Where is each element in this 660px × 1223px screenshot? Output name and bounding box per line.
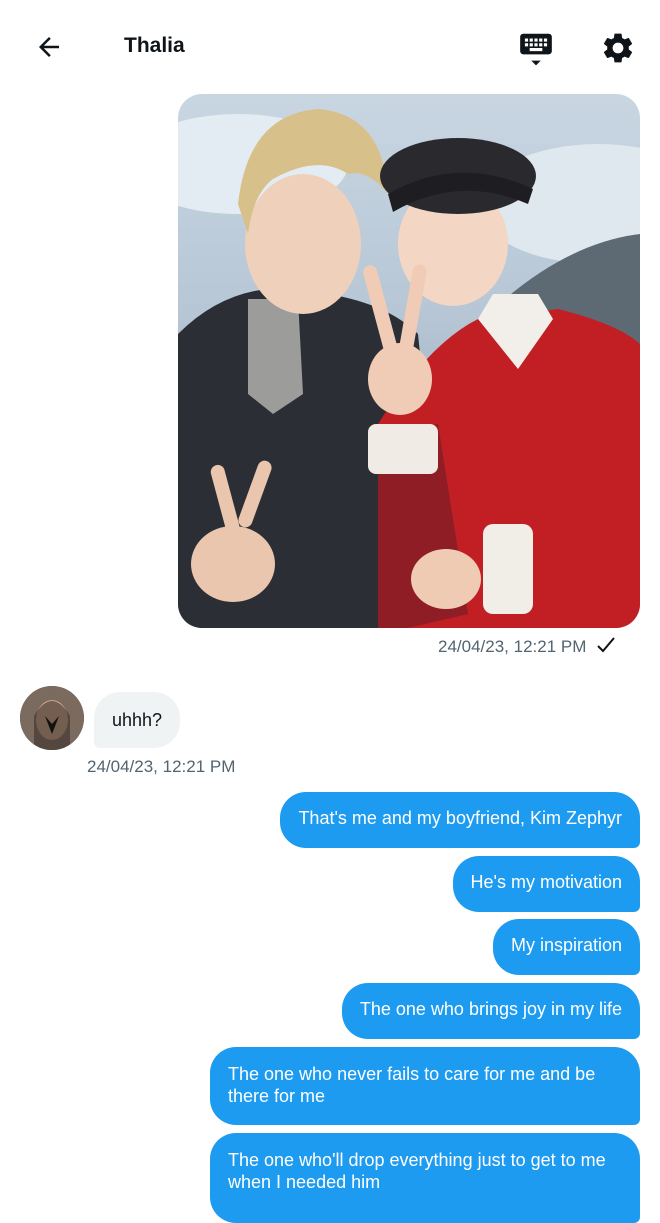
sent-message[interactable]: He's my motivation — [452, 856, 640, 912]
chat-header: Thalia — [0, 0, 660, 92]
sent-message-text: He's my motivation — [470, 872, 622, 892]
sent-message[interactable]: The one who'll drop everything just to g… — [210, 1133, 640, 1223]
sent-message[interactable]: That's me and my boyfriend, Kim Zephyr — [280, 792, 640, 848]
received-timestamp: 24/04/23, 12:21 PM — [87, 757, 236, 776]
back-button[interactable] — [28, 26, 70, 68]
received-message-text: uhhh? — [112, 709, 163, 730]
photo-message[interactable] — [178, 94, 640, 628]
sent-message-text: That's me and my boyfriend, Kim Zephyr — [298, 808, 622, 828]
conversation-title: Thalia — [124, 34, 185, 57]
sent-message[interactable]: My inspiration — [492, 919, 640, 975]
arrow-left-icon — [39, 37, 59, 57]
photo-timestamp-text: 24/04/23, 12:21 PM — [438, 637, 587, 656]
sent-message-text: The one who never fails to care for me a… — [228, 1064, 596, 1106]
sent-message[interactable]: The one who brings joy in my life — [341, 983, 640, 1039]
received-message[interactable]: uhhh? — [94, 692, 181, 748]
keyboard-icon — [520, 33, 552, 66]
sent-message-text: My inspiration — [510, 935, 622, 955]
checkmark-icon — [596, 636, 616, 659]
photo-timestamp: 24/04/23, 12:21 PM — [438, 636, 616, 659]
keyboard-button[interactable] — [514, 26, 558, 70]
avatar[interactable] — [20, 686, 84, 750]
sent-message[interactable]: The one who never fails to care for me a… — [210, 1047, 640, 1125]
settings-button[interactable] — [596, 26, 640, 70]
sent-message-text: The one who'll drop everything just to g… — [228, 1150, 606, 1192]
gear-icon — [603, 33, 633, 63]
sent-message-text: The one who brings joy in my life — [359, 999, 622, 1019]
